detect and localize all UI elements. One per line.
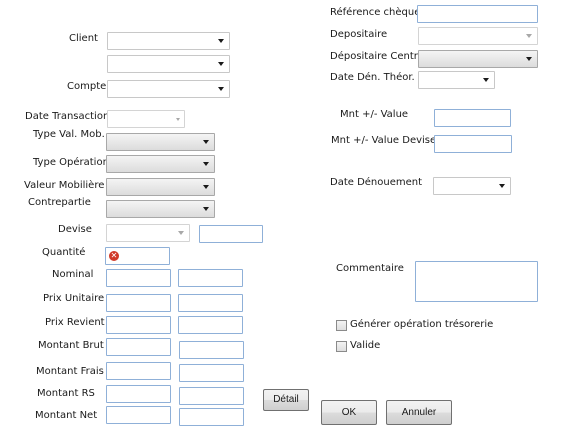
valide-checkbox[interactable] xyxy=(336,341,347,352)
detail-button[interactable]: Détail xyxy=(263,389,309,411)
montant-frais-devise-input[interactable] xyxy=(179,364,244,382)
contrepartie-label: Contrepartie xyxy=(28,197,91,208)
nominal-label: Nominal xyxy=(52,269,94,280)
montant-net-label: Montant Net xyxy=(35,410,98,421)
montant-net-devise-input[interactable] xyxy=(179,408,244,426)
annuler-button[interactable]: Annuler xyxy=(386,400,452,425)
date-den-theor-picker[interactable] xyxy=(418,71,495,89)
nominal-input[interactable] xyxy=(106,269,171,287)
devise-rate-input[interactable] xyxy=(199,225,263,243)
valeur-mobiliere-label: Valeur Mobilière xyxy=(24,180,105,191)
montant-rs-label: Montant RS xyxy=(37,388,95,399)
generer-operation-checkbox[interactable] xyxy=(336,320,347,331)
devise-select[interactable] xyxy=(106,224,190,242)
mnt-value-devise-input[interactable] xyxy=(434,135,512,153)
mnt-value-input[interactable] xyxy=(434,109,511,127)
prix-revient-input[interactable] xyxy=(106,316,171,334)
type-val-mob-label: Type Val. Mob. xyxy=(33,129,105,140)
chevron-down-icon xyxy=(178,231,184,235)
ok-button[interactable]: OK xyxy=(321,400,377,425)
client-select[interactable] xyxy=(107,32,230,50)
chevron-down-icon xyxy=(203,185,209,189)
depositaire-central-select[interactable] xyxy=(418,50,538,68)
date-denouement-label: Date Dénouement xyxy=(330,177,423,188)
prix-unitaire-devise-input[interactable] xyxy=(178,294,243,312)
prix-revient-devise-input[interactable] xyxy=(178,316,243,334)
compte-select[interactable] xyxy=(107,80,230,98)
type-operation-label: Type Opération xyxy=(33,157,109,168)
date-denouement-picker[interactable] xyxy=(433,177,511,195)
type-val-mob-select[interactable] xyxy=(106,133,215,151)
client-secondary-select[interactable] xyxy=(107,55,230,73)
chevron-down-icon xyxy=(218,87,224,91)
chevron-down-icon xyxy=(203,207,209,211)
montant-brut-label: Montant Brut xyxy=(38,340,104,351)
montant-brut-input[interactable] xyxy=(106,338,171,356)
reference-cheque-label: Référence chèque xyxy=(330,7,421,18)
montant-rs-input[interactable] xyxy=(106,385,171,403)
contrepartie-select[interactable] xyxy=(106,200,215,218)
date-den-theor-label: Date Dén. Théor. xyxy=(330,72,415,83)
client-label: Client xyxy=(69,33,98,44)
depositaire-select[interactable] xyxy=(418,27,538,45)
error-x-icon: ✕ xyxy=(109,251,119,261)
chevron-down-icon xyxy=(218,62,224,66)
montant-brut-devise-input[interactable] xyxy=(179,341,244,359)
montant-frais-label: Montant Frais xyxy=(36,366,104,377)
date-transaction-label: Date Transaction xyxy=(25,111,110,122)
montant-rs-devise-input[interactable] xyxy=(179,387,244,405)
depositaire-label: Depositaire xyxy=(330,29,388,40)
prix-unitaire-label: Prix Unitaire xyxy=(43,293,105,304)
chevron-down-icon xyxy=(526,34,532,38)
prix-unitaire-input[interactable] xyxy=(106,294,171,312)
mnt-value-devise-label: Mnt +/- Value Devise xyxy=(331,135,437,146)
nominal-devise-input[interactable] xyxy=(178,269,243,287)
quantite-input[interactable]: ✕ xyxy=(105,247,170,265)
compte-label: Compte xyxy=(67,81,107,92)
quantite-label: Quantité xyxy=(42,247,86,258)
type-operation-select[interactable] xyxy=(106,155,215,173)
commentaire-label: Commentaire xyxy=(336,263,404,274)
date-transaction-picker[interactable] xyxy=(107,110,185,128)
generer-operation-label: Générer opération trésorerie xyxy=(350,319,494,330)
mnt-value-label: Mnt +/- Value xyxy=(340,109,409,120)
depositaire-central-label: Dépositaire Central xyxy=(330,51,427,62)
montant-frais-input[interactable] xyxy=(106,362,171,380)
montant-net-input[interactable] xyxy=(106,406,171,424)
devise-label: Devise xyxy=(58,224,92,235)
chevron-down-icon xyxy=(218,39,224,43)
chevron-down-icon xyxy=(203,140,209,144)
chevron-down-icon xyxy=(483,78,489,82)
chevron-down-icon xyxy=(499,184,505,188)
chevron-down-icon xyxy=(176,118,180,121)
commentaire-textarea[interactable] xyxy=(415,261,538,302)
chevron-down-icon xyxy=(526,57,532,61)
valeur-mobiliere-select[interactable] xyxy=(106,178,215,196)
valide-label: Valide xyxy=(350,340,381,351)
prix-revient-label: Prix Revient xyxy=(45,317,105,328)
reference-cheque-input[interactable] xyxy=(417,5,538,23)
chevron-down-icon xyxy=(203,162,209,166)
